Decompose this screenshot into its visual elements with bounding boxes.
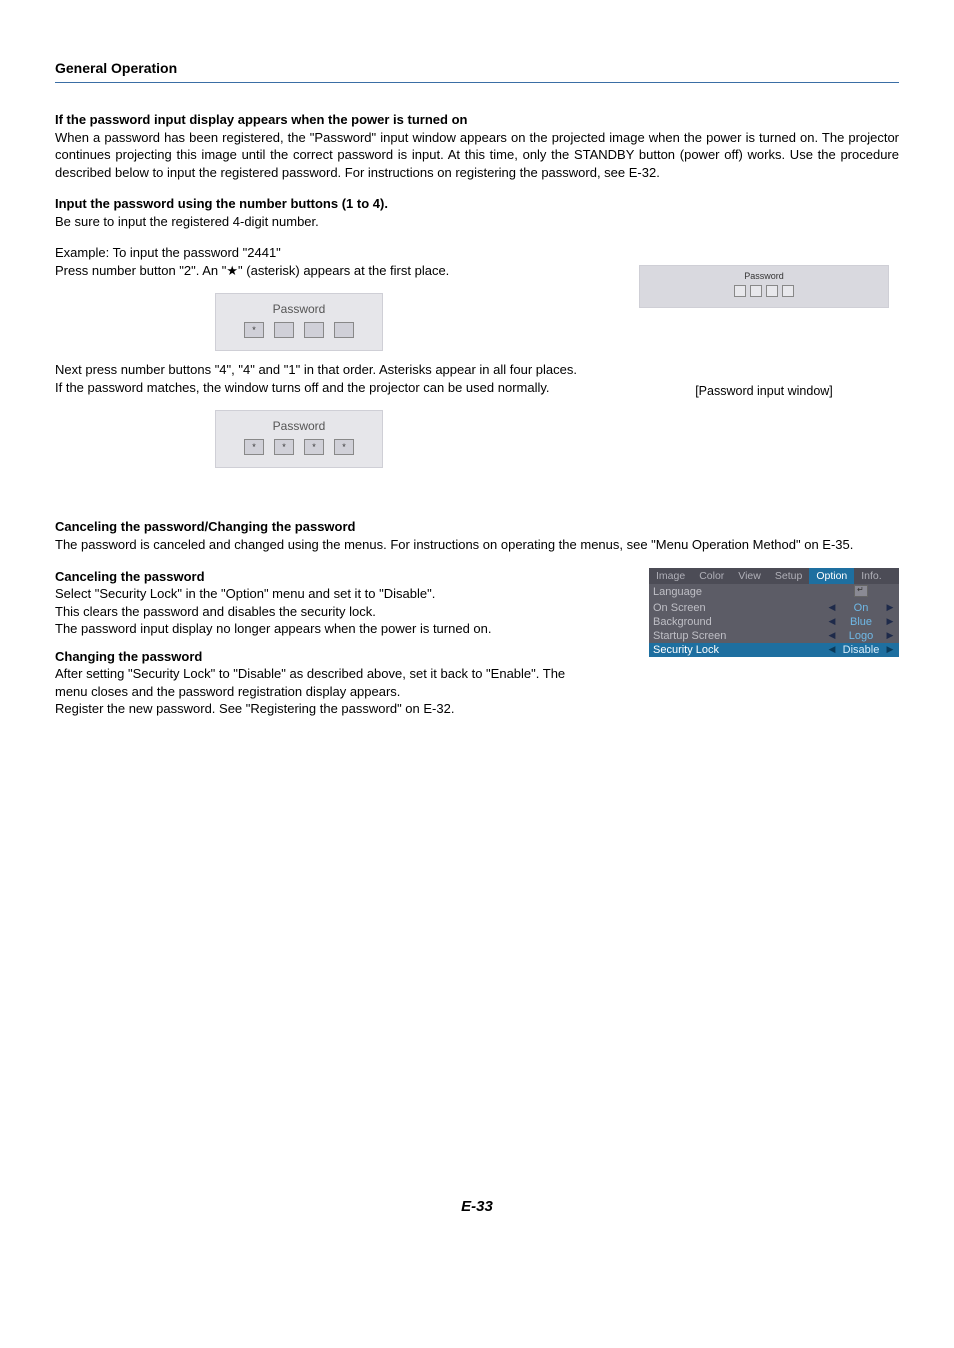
heading-input-password: Input the password using the number butt…	[55, 195, 601, 213]
password-input-window: Password	[629, 195, 899, 378]
password-label: Password	[224, 419, 374, 433]
menu-row: Language	[649, 584, 899, 601]
pw-cell: *	[244, 322, 264, 338]
pw-cell: *	[274, 439, 294, 455]
pw-cell	[274, 322, 294, 338]
pw-cell	[750, 285, 762, 297]
pw-cell	[734, 285, 746, 297]
pw-cell	[304, 322, 324, 338]
menu-row-value: Blue	[837, 616, 885, 628]
menu-row-label: On Screen	[653, 602, 827, 614]
text-change-1: After setting "Security Lock" to "Disabl…	[55, 665, 595, 700]
arrow-right-icon	[885, 644, 895, 655]
menu-row-value: Disable	[837, 644, 885, 656]
page-number: E-33	[55, 1198, 899, 1215]
menu-row-label: Background	[653, 616, 827, 628]
menu-tab-active: Option	[809, 568, 854, 584]
menu-row-label: Security Lock	[653, 644, 827, 656]
menu-row-label: Language	[653, 586, 827, 598]
text-change-2: Register the new password. See "Register…	[55, 700, 899, 718]
pw-cell	[782, 285, 794, 297]
menu-row: Security Lock Disable	[649, 643, 899, 657]
heading-password-display: If the password input display appears wh…	[55, 111, 899, 129]
password-label: Password	[648, 271, 880, 281]
heading-cancel-change: Canceling the password/Changing the pass…	[55, 518, 899, 536]
arrow-right-icon	[885, 630, 895, 641]
menu-row: Startup Screen Logo	[649, 629, 899, 643]
arrow-left-icon	[827, 602, 837, 613]
text-4digit: Be sure to input the registered 4-digit …	[55, 213, 601, 231]
pw-cell: *	[244, 439, 264, 455]
menu-tabs: Image Color View Setup Option Info.	[649, 568, 899, 584]
arrow-left-icon	[827, 630, 837, 641]
text-press-441: Next press number buttons "4", "4" and "…	[55, 361, 601, 379]
menu-row: Background Blue	[649, 615, 899, 629]
text-cancel-change-intro: The password is canceled and changed usi…	[55, 536, 899, 554]
text-press-2: Press number button "2". An "★" (asteris…	[55, 262, 601, 280]
text-match: If the password matches, the window turn…	[55, 379, 601, 397]
password-box-one-star: Password *	[215, 293, 383, 351]
password-window-caption: [Password input window]	[629, 384, 899, 398]
pw-cell: *	[334, 439, 354, 455]
menu-tab: Image	[649, 568, 692, 584]
menu-row: On Screen On	[649, 601, 899, 615]
section-heading: General Operation	[55, 60, 899, 83]
pw-cell	[334, 322, 354, 338]
paragraph-password-intro: When a password has been registered, the…	[55, 129, 899, 182]
menu-tab: View	[731, 568, 768, 584]
text-example: Example: To input the password "2441"	[55, 244, 601, 262]
password-label: Password	[224, 302, 374, 316]
arrow-left-icon	[827, 644, 837, 655]
password-box-four-stars: Password * * * *	[215, 410, 383, 468]
menu-row-value: Logo	[837, 630, 885, 642]
menu-row-value: On	[837, 602, 885, 614]
pw-cell: *	[304, 439, 324, 455]
menu-tab: Color	[692, 568, 731, 584]
arrow-right-icon	[885, 616, 895, 627]
enter-icon	[854, 585, 868, 597]
arrow-left-icon	[827, 616, 837, 627]
arrow-right-icon	[885, 602, 895, 613]
menu-tab: Info.	[854, 568, 888, 584]
menu-row-label: Startup Screen	[653, 630, 827, 642]
pw-cell	[766, 285, 778, 297]
option-menu-screenshot: Image Color View Setup Option Info. Lang…	[649, 568, 899, 657]
menu-tab: Setup	[768, 568, 809, 584]
